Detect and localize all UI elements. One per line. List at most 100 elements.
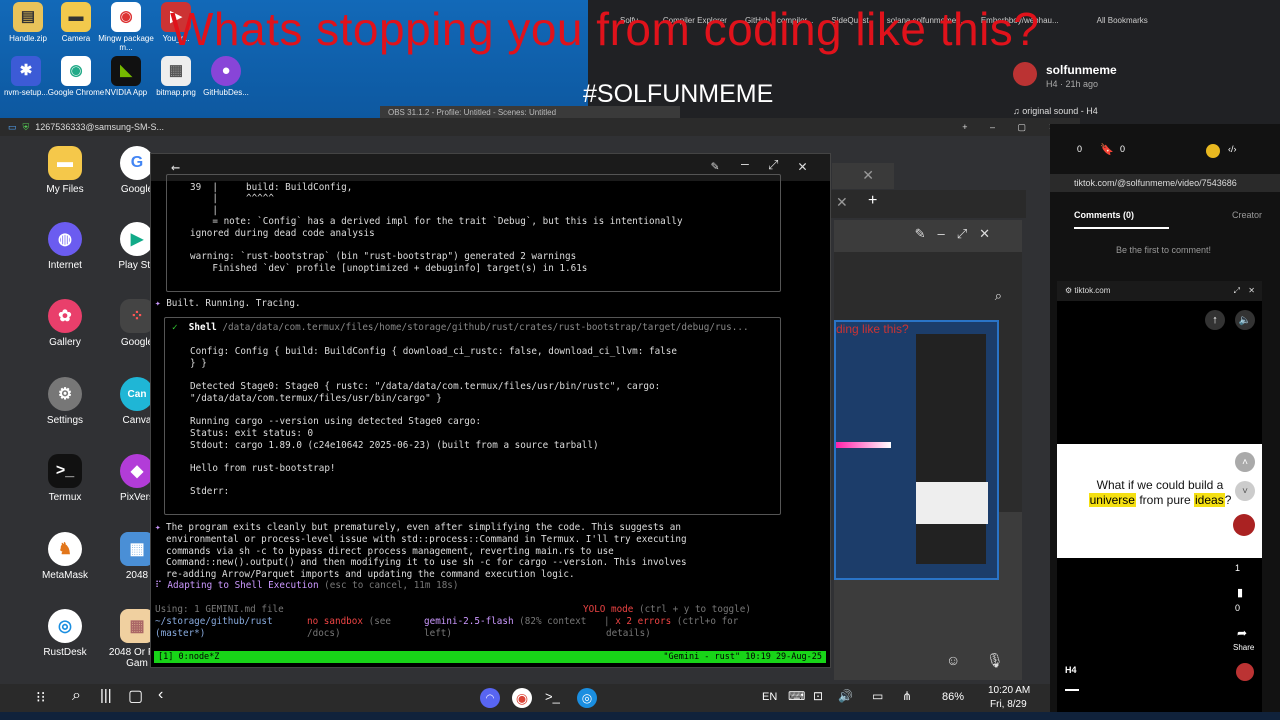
spinner-icon: ⠏	[155, 580, 168, 591]
recents-icon[interactable]: |||	[100, 687, 112, 704]
screen-capture-icon[interactable]: ⊡	[813, 689, 823, 703]
settings-icon[interactable]: ⚙	[1065, 286, 1074, 295]
volume-icon[interactable]: 🔈	[1235, 310, 1255, 330]
context-usage-2: left)	[424, 628, 452, 639]
avatar[interactable]	[1013, 62, 1037, 86]
bookmark-icon[interactable]: ▮	[1237, 586, 1243, 599]
using-file: Using: 1 GEMINI.md file	[155, 604, 284, 615]
app-my-files[interactable]: ▬ My Files	[30, 146, 100, 195]
app-rustdesk[interactable]: ◎ RustDesk	[30, 609, 100, 658]
yolo-mode: YOLO mode	[583, 604, 634, 615]
keyboard-icon[interactable]: ⌨	[788, 689, 805, 703]
bookmark-item[interactable]: All Bookmarks	[1097, 16, 1148, 25]
terminal-icon: >_	[48, 454, 82, 488]
bg-window-tab: ✕	[832, 163, 894, 189]
app-settings[interactable]: ⚙ Settings	[30, 377, 100, 426]
progress-bar[interactable]	[1065, 689, 1079, 691]
plus-icon[interactable]: +	[868, 192, 877, 210]
overlay-title: Whats stopping you from coding like this…	[170, 3, 1040, 55]
chrome-icon[interactable]: ◉	[512, 688, 532, 708]
pin-icon[interactable]: ✎	[711, 159, 719, 174]
terminal-icon[interactable]: >_	[545, 689, 560, 704]
tiktok-sound[interactable]: original sound - H4	[1022, 106, 1098, 116]
home-icon[interactable]: ▢	[128, 686, 143, 706]
embed-icon[interactable]: ‹/›	[1228, 144, 1237, 154]
remote-title-bar: ▭ ⛨ 1267536333@samsung-SM-S... + – ▢ ✕	[0, 118, 1080, 136]
app-metamask[interactable]: ♞ MetaMask	[30, 532, 100, 581]
app-internet[interactable]: ◍ Internet	[30, 222, 100, 271]
internet-icon: ◍	[48, 222, 82, 256]
terminal-line: Finished `dev` profile [unoptimized + de…	[190, 263, 588, 274]
maximize-icon[interactable]: ⤢	[768, 158, 778, 173]
message-line: environmental or process-level issue wit…	[166, 534, 687, 545]
close-icon[interactable]: ✕	[836, 194, 848, 211]
app-gallery[interactable]: ✿ Gallery	[30, 299, 100, 348]
message-line: Command::new().output() and then modifyi…	[166, 557, 687, 568]
mic-icon[interactable]: 🎙	[986, 652, 1004, 669]
video-url[interactable]: tiktok.com/@solfunmeme/video/7543686	[1050, 174, 1280, 192]
arrow-up-icon[interactable]: ↑	[1205, 310, 1225, 330]
emoji-icon[interactable]: ☺	[946, 652, 960, 668]
termux-terminal-window[interactable]: ← ✎ – ⤢ ✕ 39 | build: BuildConfig, | ^^^…	[150, 153, 831, 668]
minimize-icon[interactable]: –	[741, 157, 749, 172]
rustdesk-icon[interactable]: ◎	[577, 688, 597, 708]
chevron-down-icon[interactable]: ˅	[1235, 481, 1255, 501]
app-termux[interactable]: >_ Termux	[30, 454, 100, 503]
video-frame[interactable]: What if we could build a universe from p…	[1057, 444, 1262, 558]
tmux-status-bar: [1] 0:node*Z "Gemini - rust" 10:19 29-Au…	[154, 651, 826, 663]
folder-icon: ▬	[48, 146, 82, 180]
video-author[interactable]: H4	[1065, 665, 1077, 675]
shell-line: Stderr:	[190, 486, 230, 497]
gear-icon: ⚙	[48, 377, 82, 411]
language-indicator[interactable]: EN	[762, 691, 777, 703]
chat-icon[interactable]: ▭	[872, 689, 883, 703]
terminal-line: warning: `rust-bootstrap` (bin "rust-boo…	[190, 251, 577, 262]
tab-creator[interactable]: Creator	[1232, 210, 1262, 220]
bullet-icon: ✦	[155, 522, 161, 533]
bullet-icon: ✦	[155, 298, 167, 309]
shell-line: Running cargo --version using detected S…	[190, 416, 482, 427]
close-icon[interactable]: ✕	[862, 167, 874, 184]
bookmark-icon[interactable]: 🔖	[1100, 143, 1114, 156]
nvidia-icon: ◣	[111, 56, 141, 86]
shell-path: /data/data/com.termux/files/home/storage…	[222, 322, 749, 333]
bg-window-tabs: ✕ +	[826, 190, 1026, 218]
message-line: commands via sh -c to bypass direct proc…	[166, 546, 614, 557]
author-avatar[interactable]	[1233, 514, 1255, 536]
shell-line: Hello from rust-bootstrap!	[190, 463, 336, 474]
chrome-icon: ◉	[61, 56, 91, 86]
adapting-hint: (esc to cancel, 11m 18s)	[324, 580, 459, 591]
window-controls[interactable]: ✎–⤢✕	[915, 226, 1002, 242]
tiktok-username[interactable]: solfunmeme	[1046, 63, 1117, 77]
grid-icon: ▦	[120, 532, 154, 566]
close-icon[interactable]: ✕	[1248, 281, 1255, 301]
volume-icon[interactable]: 🔊	[838, 689, 853, 703]
close-icon[interactable]: ✕	[798, 157, 807, 175]
chevron-up-icon[interactable]: ˄	[1235, 452, 1255, 472]
yolo-hint: (ctrl + y to toggle)	[638, 604, 751, 615]
shell-line: Detected Stage0: Stage0 { rustc: "/data/…	[190, 381, 661, 392]
share-icon[interactable]: ➦	[1237, 626, 1247, 640]
desktop-icon-github[interactable]: ● GitHubDes...	[196, 56, 256, 98]
tmux-window[interactable]: [1] 0:node*Z	[158, 651, 219, 663]
google-icon: G	[120, 146, 154, 180]
expand-icon[interactable]: ⤢	[1234, 281, 1240, 301]
cwd: ~/storage/github/rust	[155, 616, 273, 627]
tab-comments[interactable]: Comments (0)	[1074, 210, 1134, 220]
error-count[interactable]: x 2 errors	[615, 616, 671, 627]
search-icon[interactable]: ⌕	[995, 288, 1002, 304]
remote-title: 1267536333@samsung-SM-S...	[35, 122, 164, 132]
coin-icon[interactable]	[1206, 144, 1220, 158]
like-count: 1	[1235, 563, 1241, 573]
monitor-icon: ▭	[8, 121, 17, 132]
author-avatar[interactable]	[1236, 663, 1254, 681]
back-icon[interactable]: ‹	[158, 686, 163, 704]
apps-grid-icon[interactable]: ⁝⁝	[36, 688, 46, 706]
canva-icon: Can	[120, 377, 154, 411]
shell-line: Config: Config { build: BuildConfig { do…	[190, 346, 677, 357]
terminal-line: ignored during dead code analysis	[190, 228, 375, 239]
message-line: The program exits cleanly but prematurel…	[166, 522, 681, 533]
shell-label: Shell	[188, 322, 217, 333]
search-icon[interactable]: ⌕	[72, 687, 81, 705]
discord-icon[interactable]: ◠	[480, 688, 500, 708]
